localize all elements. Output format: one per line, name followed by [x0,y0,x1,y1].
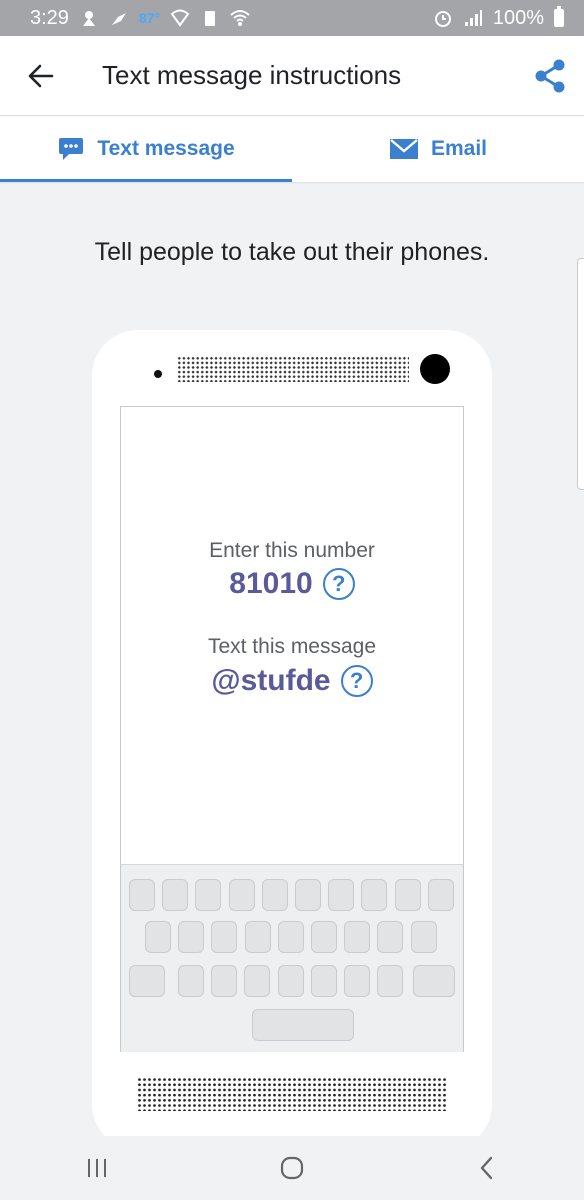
status-time: 3:29 [30,6,69,29]
number-label: Enter this number [209,539,375,562]
keyboard-key [328,879,355,911]
keyboard-key [277,921,304,953]
keyboard-key [377,921,404,953]
keyboard-key [361,879,388,911]
message-help-icon[interactable]: ? [340,665,373,697]
keyboard-key [410,921,437,953]
wifi-icon [230,10,250,26]
back-button[interactable] [24,59,58,93]
navigation-bar [0,1136,584,1200]
recent-apps-button[interactable] [67,1138,127,1198]
phone-screen: Enter this number 81010 ? Text this mess… [120,406,464,1052]
keyboard-key [252,1009,354,1041]
keyboard-key [344,965,370,997]
keyboard-key [261,879,288,911]
instruction-text: Tell people to take out their phones. [94,238,490,266]
tab-bar: Text message Email [0,116,584,182]
status-bar: 3:29 87° 100% [0,0,584,36]
tab-text-message[interactable]: Text message [0,116,292,182]
app-bar: Text message instructions [0,36,584,116]
keyboard-key [211,965,238,997]
speaker-grille [137,1077,447,1111]
tab-email[interactable]: Email [292,116,584,182]
keyboard-key [244,921,271,953]
envelope-icon [389,139,418,159]
keyboard-key [178,965,204,997]
keyboard-key [277,965,304,997]
short-code-value: 81010 [229,567,313,600]
keyboard-key [413,965,455,997]
keyboard-key [427,879,454,911]
back-arrow-icon [28,64,54,87]
status-left: 3:29 87° [30,7,250,30]
keyboard-key [295,879,321,911]
keyboard-key [311,921,337,953]
earpiece-grille [177,356,409,382]
keyboard-key [211,921,238,953]
keyboard-key [129,879,155,911]
battery-saver-icon [205,11,216,26]
chat-bubble-icon [59,138,84,160]
nav-back-icon [480,1156,492,1180]
keyboard-key [310,965,337,997]
number-row: 81010 ? [121,567,463,601]
tab-email-label: Email [430,137,488,160]
nav-back-button[interactable] [457,1138,517,1198]
keyboard-key [178,921,205,953]
message-value: @stufde [211,664,331,697]
camera-icon [420,354,450,384]
home-icon [280,1156,304,1180]
tab-text-message-label: Text message [97,137,235,160]
keyboard-key [244,965,271,997]
cleaning-icon [111,13,126,25]
page-title: Text message instructions [102,60,402,90]
status-temperature: 87° [138,10,161,26]
keyboard-key [162,879,189,911]
recent-apps-icon [88,1159,107,1177]
share-icon [535,59,565,92]
battery-icon [554,6,564,27]
keyboard-key [377,965,404,997]
share-button[interactable] [530,56,570,96]
status-battery-percent: 100% [492,6,544,29]
notification-icon [82,11,95,26]
scroll-indicator [577,258,584,490]
keyboard-illustration [121,864,463,1052]
message-row: @stufde ? [121,664,463,698]
sensor-dot [154,370,162,378]
home-button[interactable] [262,1138,322,1198]
keyboard-key [145,921,171,953]
alarm-icon [434,11,451,27]
keyboard-key [228,879,255,911]
number-help-icon[interactable]: ? [322,568,355,600]
keyboard-key [195,879,222,911]
keyboard-key [129,965,165,997]
phone-illustration: Enter this number 81010 ? Text this mess… [92,330,492,1150]
wifi-shield-icon [170,9,190,27]
keyboard-key [394,879,421,911]
keyboard-key [344,921,371,953]
status-right: 100% [433,6,564,30]
signal-icon [464,10,482,26]
message-label: Text this message [207,635,377,658]
